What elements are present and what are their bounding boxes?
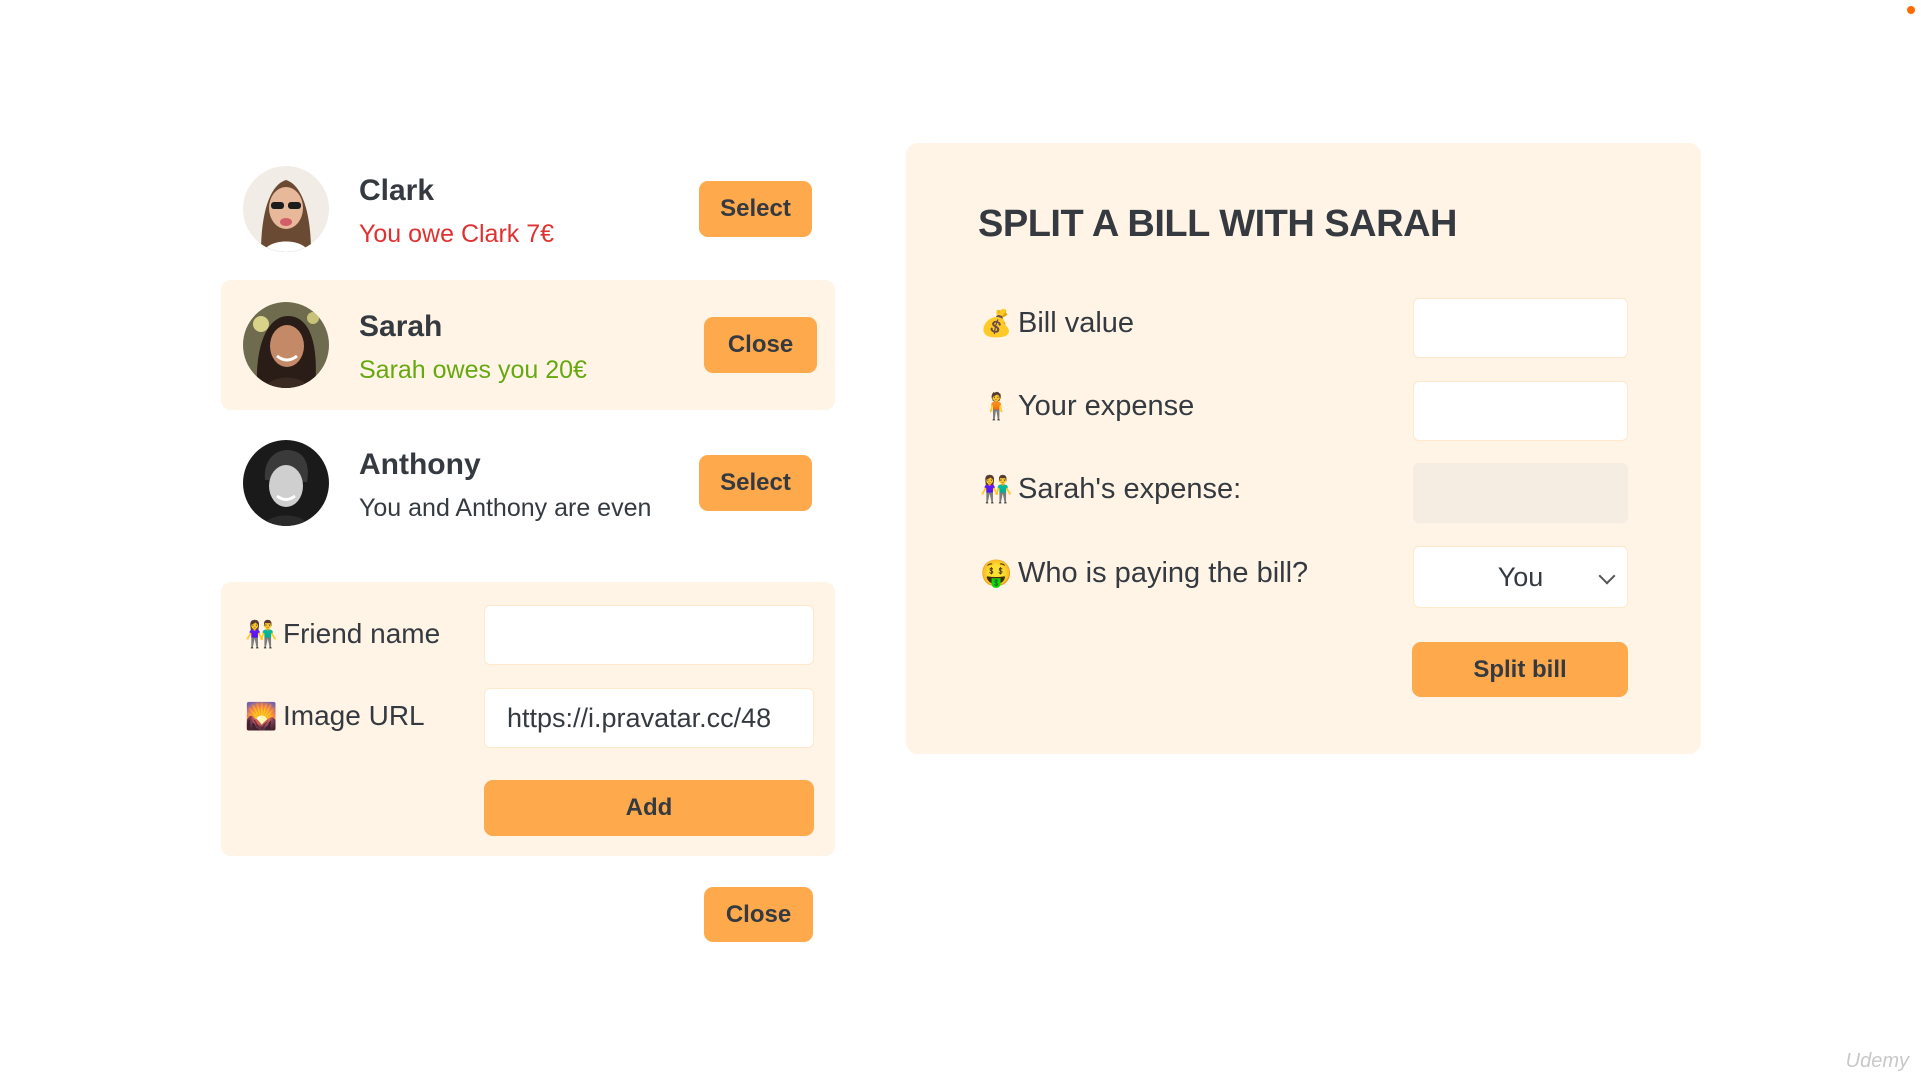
avatar-anthony — [243, 440, 329, 526]
friend-balance-status: Sarah owes you 20€ — [359, 356, 587, 384]
recording-indicator-dot — [1907, 6, 1915, 14]
friend-name: Sarah — [359, 310, 443, 343]
friend-name: Anthony — [359, 448, 481, 481]
image-url-input[interactable]: https://i.pravatar.cc/48 — [484, 688, 814, 748]
friend-item-anthony: Anthony You and Anthony are even Select — [221, 418, 835, 548]
friend-name-label-text: Friend name — [283, 618, 441, 649]
bill-value-input[interactable] — [1413, 298, 1628, 358]
select-friend-button[interactable]: Select — [699, 181, 812, 237]
payer-label-text: Who is paying the bill? — [1018, 557, 1309, 589]
split-bill-title: SPLIT A BILL WITH SARAH — [978, 203, 1457, 245]
avatar-clark — [243, 166, 329, 252]
friend-expense-label: 👫 Sarah's expense: — [980, 473, 1241, 506]
payer-label: 🤑 Who is paying the bill? — [980, 557, 1308, 590]
bill-value-label-text: Bill value — [1018, 307, 1135, 339]
close-friend-button[interactable]: Close — [704, 317, 817, 373]
your-expense-label: 🧍 Your expense — [980, 390, 1194, 423]
friend-name-input[interactable] — [484, 605, 814, 665]
friend-expense-label-text: Sarah's expense: — [1018, 473, 1242, 505]
person-standing-icon: 🧍 — [980, 391, 1013, 421]
app-page: Clark You owe Clark 7€ Select Sarah Sara… — [0, 0, 1921, 1081]
close-form-button[interactable]: Close — [704, 887, 813, 942]
avatar-sarah — [243, 302, 329, 388]
image-url-label: 🌄 Image URL — [245, 700, 425, 732]
your-expense-input[interactable] — [1413, 381, 1628, 441]
friend-name: Clark — [359, 174, 435, 207]
add-friend-button[interactable]: Add — [484, 780, 814, 836]
image-url-label-text: Image URL — [283, 700, 425, 731]
friend-balance-status: You owe Clark 7€ — [359, 220, 555, 248]
split-bill-button[interactable]: Split bill — [1412, 642, 1628, 697]
couple-icon: 👫 — [245, 618, 278, 649]
friend-item-sarah: Sarah Sarah owes you 20€ Close — [221, 280, 835, 410]
your-expense-label-text: Your expense — [1018, 390, 1195, 422]
friend-item-clark: Clark You owe Clark 7€ Select — [221, 144, 835, 274]
friend-balance-status: You and Anthony are even — [359, 494, 652, 522]
couple-icon: 👫 — [980, 474, 1013, 504]
friend-name-label: 👫 Friend name — [245, 618, 440, 650]
select-friend-button[interactable]: Select — [699, 455, 812, 511]
friend-expense-input — [1413, 463, 1628, 523]
bill-value-label: 💰 Bill value — [980, 307, 1134, 340]
payer-select-value: You — [1497, 561, 1544, 592]
sunrise-image-icon: 🌄 — [245, 700, 278, 731]
udemy-watermark: Udemy — [1845, 1050, 1909, 1072]
add-friend-form: 👫 Friend name 🌄 Image URL https://i.prav… — [221, 582, 835, 856]
payer-select[interactable]: You — [1413, 546, 1628, 608]
money-mouth-face-icon: 🤑 — [980, 558, 1013, 588]
chevron-down-icon — [1598, 567, 1616, 585]
split-bill-form: SPLIT A BILL WITH SARAH 💰 Bill value 🧍 Y… — [906, 143, 1701, 754]
money-bag-icon: 💰 — [980, 308, 1013, 338]
